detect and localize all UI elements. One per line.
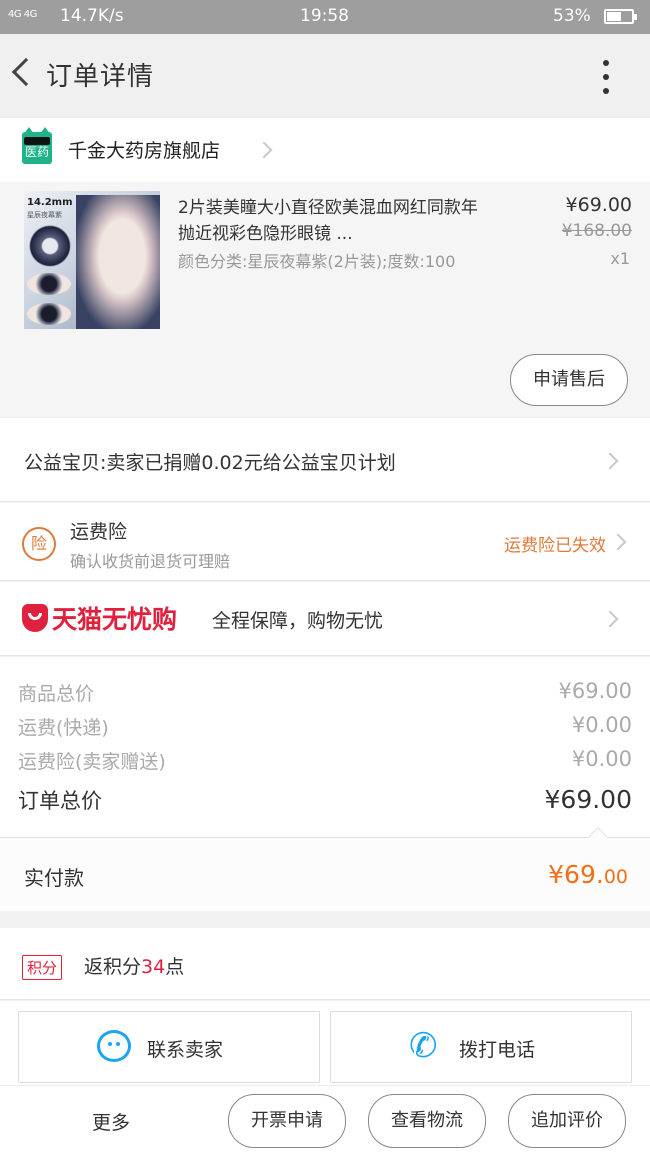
tmall-slogan: 全程保障，购物无忧 (212, 610, 384, 632)
points-badge: 积分 (22, 955, 63, 980)
shop-name: 千金大药房旗舰店 (68, 140, 221, 162)
summary-label: 运费(快递) (18, 717, 109, 739)
order-total-value: ¥69.00 (544, 785, 632, 814)
battery-percent: 53% (553, 6, 591, 26)
product-price: ¥69.00 (565, 194, 632, 216)
freight-insurance-row[interactable]: 险 运费险 确认收货前退货可理赔 运费险已失效 (0, 503, 650, 581)
chevron-right-icon (601, 452, 619, 470)
charity-text: 公益宝贝:卖家已捐赠0.02元给公益宝贝计划 (24, 452, 396, 474)
more-vertical-icon[interactable] (598, 60, 614, 94)
after-sale-button[interactable]: 申请售后 (510, 354, 628, 406)
clock: 19:58 (300, 6, 349, 26)
product-quantity: x1 (610, 249, 630, 268)
signal-label: 4G 4G (8, 9, 37, 20)
payment-label: 实付款 (24, 866, 84, 890)
chevron-right-icon (609, 533, 627, 551)
image-sublabel: 星辰夜幕紫 (27, 211, 62, 219)
freight-insurance-subtitle: 确认收货前退货可理赔 (70, 552, 231, 571)
chevron-right-icon (255, 141, 273, 159)
freight-insurance-status: 运费险已失效 (504, 536, 606, 556)
network-speed: 14.7K/s (60, 6, 124, 26)
summary-value: ¥0.00 (571, 713, 632, 737)
contact-seller-button[interactable]: 联系卖家 (18, 1011, 320, 1083)
review-button[interactable]: 追加评价 (508, 1094, 626, 1148)
nav-bar: 订单详情 (0, 34, 650, 118)
phone-icon: ✆ (409, 1026, 438, 1066)
summary-value: ¥0.00 (571, 747, 632, 771)
call-phone-button[interactable]: ✆ 拨打电话 (330, 1011, 632, 1083)
summary-label: 运费险(卖家赠送) (18, 751, 166, 773)
charity-row[interactable]: 公益宝贝:卖家已捐赠0.02元给公益宝贝计划 (0, 418, 650, 502)
status-bar: 4G 4G 14.7K/s 19:58 53% (0, 0, 650, 34)
image-label: 14.2mm (27, 197, 73, 208)
product-image[interactable]: 14.2mm 星辰夜幕紫 (24, 191, 160, 329)
call-phone-label: 拨打电话 (459, 1039, 536, 1061)
contact-seller-label: 联系卖家 (147, 1039, 224, 1061)
summary-label: 商品总价 (18, 683, 95, 705)
shop-badge-label: 医药 (24, 145, 49, 159)
back-arrow-icon[interactable] (11, 57, 41, 87)
points-text: 返积分34点 (84, 956, 185, 978)
product-original-price: ¥168.00 (561, 221, 632, 241)
more-button[interactable]: 更多 (92, 1108, 130, 1135)
chat-icon (97, 1030, 131, 1062)
payment-row: 实付款 ¥69.00 (0, 827, 650, 911)
tmall-guarantee-row[interactable]: 天猫无忧购 全程保障，购物无忧 (0, 582, 650, 656)
page-title: 订单详情 (46, 62, 155, 92)
price-summary: 商品总价 ¥69.00 运费(快递) ¥0.00 运费险(卖家赠送) ¥0.00… (0, 657, 650, 837)
points-row: 积分 返积分34点 (0, 928, 650, 1000)
shop-row[interactable]: 医药 千金大药房旗舰店 (0, 118, 650, 182)
bottom-action-bar: 更多 开票申请 查看物流 追加评价 (0, 1085, 650, 1155)
invoice-button[interactable]: 开票申请 (228, 1094, 346, 1148)
order-total-label: 订单总价 (18, 789, 102, 813)
product-sku: 颜色分类:星辰夜幕紫(2片装);度数:100 (178, 252, 456, 271)
insurance-icon: 险 (22, 527, 56, 561)
summary-value: ¥69.00 (558, 679, 632, 703)
chevron-right-icon (601, 610, 619, 628)
tmall-shield-icon (22, 604, 48, 632)
freight-insurance-title: 运费险 (70, 521, 128, 543)
pharmacy-cat-icon: 医药 (22, 127, 52, 164)
tmall-brand: 天猫无忧购 (52, 605, 178, 634)
logistics-button[interactable]: 查看物流 (368, 1094, 486, 1148)
payment-amount: ¥69.00 (548, 860, 628, 889)
product-title[interactable]: 2片装美瞳大小直径欧美混血网红同款年抛近视彩色隐形眼镜 ... (178, 195, 478, 247)
battery-icon (604, 9, 637, 24)
